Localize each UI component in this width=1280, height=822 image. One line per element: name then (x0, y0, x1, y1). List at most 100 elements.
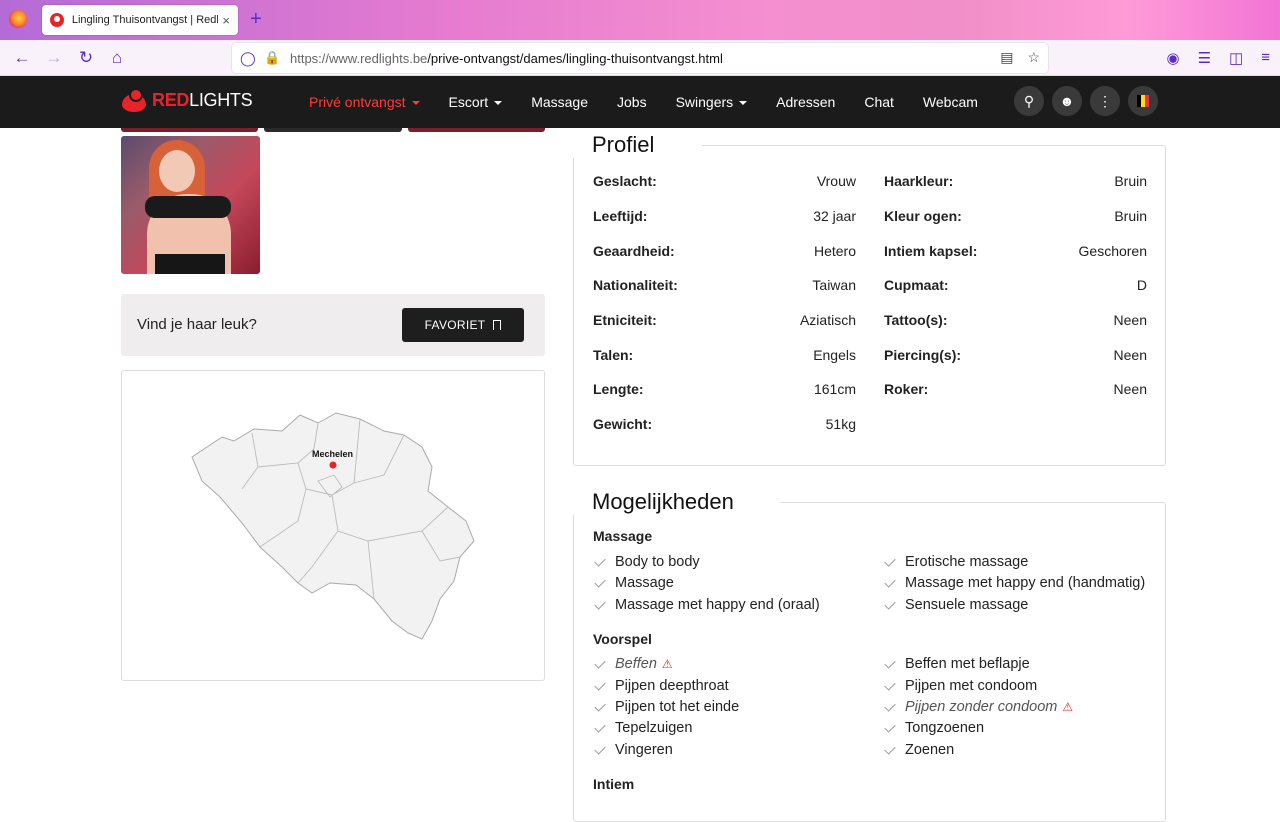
photo-thumbnail[interactable] (121, 128, 259, 132)
option-item: Tepelzuigen (594, 720, 693, 736)
warning-icon[interactable]: ⚠ (1062, 700, 1073, 714)
profile-key: Cupmaat: (884, 277, 949, 293)
language-flag-button[interactable] (1128, 86, 1158, 116)
reload-icon[interactable]: ↻ (74, 46, 98, 70)
profile-value: 161cm (813, 381, 856, 397)
profile-row: Piercing(s): Neen (884, 347, 1147, 363)
user-icon[interactable]: ☻ (1052, 86, 1082, 116)
check-icon (594, 742, 606, 755)
profile-value: 32 jaar (813, 208, 856, 224)
address-bar[interactable]: ◯ 🔒 https://www.redlights.be/prive-ontva… (232, 43, 1048, 73)
option-item: Beffen ⚠ (594, 656, 673, 672)
close-tab-icon[interactable]: × (222, 13, 230, 28)
more-vertical-icon[interactable]: ⋮ (1090, 86, 1120, 116)
check-icon (594, 656, 606, 669)
url-text[interactable]: https://www.redlights.be/prive-ontvangst… (290, 51, 723, 66)
pocket-icon[interactable]: ◉ (1167, 49, 1180, 67)
option-label: Erotische massage (905, 554, 1029, 570)
menu-escort[interactable]: Escort (449, 94, 503, 110)
profile-key: Talen: (593, 347, 634, 363)
menu-prive-ontvangst[interactable]: Privé ontvangst (309, 94, 420, 110)
option-label: Beffen (615, 656, 657, 672)
profile-key: Leeftijd: (593, 208, 648, 224)
photo-top (145, 196, 231, 218)
options-title: Mogelijkheden (572, 489, 780, 515)
profile-key: Haarkleur: (884, 173, 954, 189)
firefox-icon[interactable] (9, 10, 27, 28)
back-arrow-icon[interactable]: ← (10, 46, 34, 70)
option-label: Zoenen (905, 742, 955, 758)
profile-value: D (1136, 277, 1147, 293)
redlights-logo-icon (120, 88, 148, 112)
check-icon (884, 656, 896, 669)
check-icon (884, 699, 896, 712)
photo-thumbnail[interactable] (264, 128, 402, 132)
check-icon (884, 720, 896, 733)
option-item: Massage (594, 575, 674, 591)
option-item: Sensuele massage (884, 597, 1029, 613)
chevron-down-icon (494, 101, 503, 106)
photo-thumbnail[interactable] (407, 128, 545, 132)
check-icon (594, 597, 606, 610)
bookmark-icon (493, 320, 502, 330)
profile-title: Profiel (572, 132, 702, 158)
option-item: Pijpen deepthroat (594, 678, 729, 694)
profile-value: Vrouw (816, 173, 856, 189)
profile-value: Geschoren (1078, 243, 1147, 259)
profile-row: Haarkleur: Bruin (884, 173, 1147, 189)
check-icon (594, 678, 606, 691)
sidebar-icon[interactable]: ◫ (1229, 49, 1243, 67)
search-icon[interactable]: ⚲ (1014, 86, 1044, 116)
option-label: Vingeren (615, 742, 673, 758)
option-label: Sensuele massage (905, 597, 1029, 613)
lock-icon[interactable]: 🔒 (264, 50, 280, 66)
check-icon (884, 678, 896, 691)
profile-row: Leeftijd: 32 jaar (593, 208, 856, 224)
menu-chat[interactable]: Chat (864, 94, 894, 110)
like-question: Vind je haar leuk? (137, 316, 257, 333)
menu-jobs[interactable]: Jobs (617, 94, 647, 110)
site-favicon-icon (50, 13, 64, 27)
app-menu-icon[interactable]: ≡ (1261, 49, 1270, 67)
site-header: REDLIGHTS Privé ontvangst Escort Massage… (0, 76, 1280, 128)
favorite-button[interactable]: FAVORIET (402, 308, 524, 342)
profile-value: Neen (1113, 312, 1147, 328)
menu-massage[interactable]: Massage (531, 94, 588, 110)
option-item: Vingeren (594, 742, 673, 758)
library-icon[interactable]: ☰ (1198, 49, 1211, 67)
tracking-shield-icon[interactable]: ◯ (240, 50, 256, 66)
bookmark-star-icon[interactable]: ☆ (1027, 49, 1040, 66)
site-logo[interactable]: REDLIGHTS (120, 88, 253, 112)
browser-tab-active[interactable]: Lingling Thuisontvangst | Redlights × (42, 5, 238, 35)
tab-title: Lingling Thuisontvangst | Redlights (71, 14, 219, 26)
menu-label: Privé ontvangst (309, 94, 406, 110)
profile-row: Tattoo(s): Neen (884, 312, 1147, 328)
section-intiem-heading: Intiem (593, 776, 635, 792)
photo-pants (155, 254, 225, 274)
profile-key: Nationaliteit: (593, 277, 678, 293)
check-icon (594, 575, 606, 588)
option-label: Tepelzuigen (615, 720, 693, 736)
location-map[interactable]: Mechelen (121, 370, 545, 681)
option-item: Body to body (594, 554, 700, 570)
belgium-flag-icon (1137, 95, 1149, 107)
profile-photo-thumbnail[interactable] (121, 136, 260, 274)
option-item: Tongzoenen (884, 720, 985, 736)
new-tab-button[interactable]: + (250, 9, 262, 29)
home-icon[interactable]: ⌂ (105, 46, 129, 70)
menu-webcam[interactable]: Webcam (923, 94, 978, 110)
option-item: Massage met happy end (oraal) (594, 597, 820, 613)
warning-icon[interactable]: ⚠ (662, 657, 673, 671)
profile-key: Roker: (884, 381, 929, 397)
belgium-map (191, 412, 475, 640)
profile-row: Kleur ogen: Bruin (884, 208, 1147, 224)
profile-key: Etniciteit: (593, 312, 657, 328)
section-voorspel-heading: Voorspel (593, 631, 652, 647)
reader-view-icon[interactable]: ▤ (1000, 49, 1013, 66)
option-label: Beffen met beflapje (905, 656, 1030, 672)
option-label: Tongzoenen (905, 720, 985, 736)
profile-value: Aziatisch (799, 312, 856, 328)
forward-arrow-icon[interactable]: → (42, 46, 66, 70)
menu-swingers[interactable]: Swingers (676, 94, 748, 110)
menu-adressen[interactable]: Adressen (776, 94, 835, 110)
